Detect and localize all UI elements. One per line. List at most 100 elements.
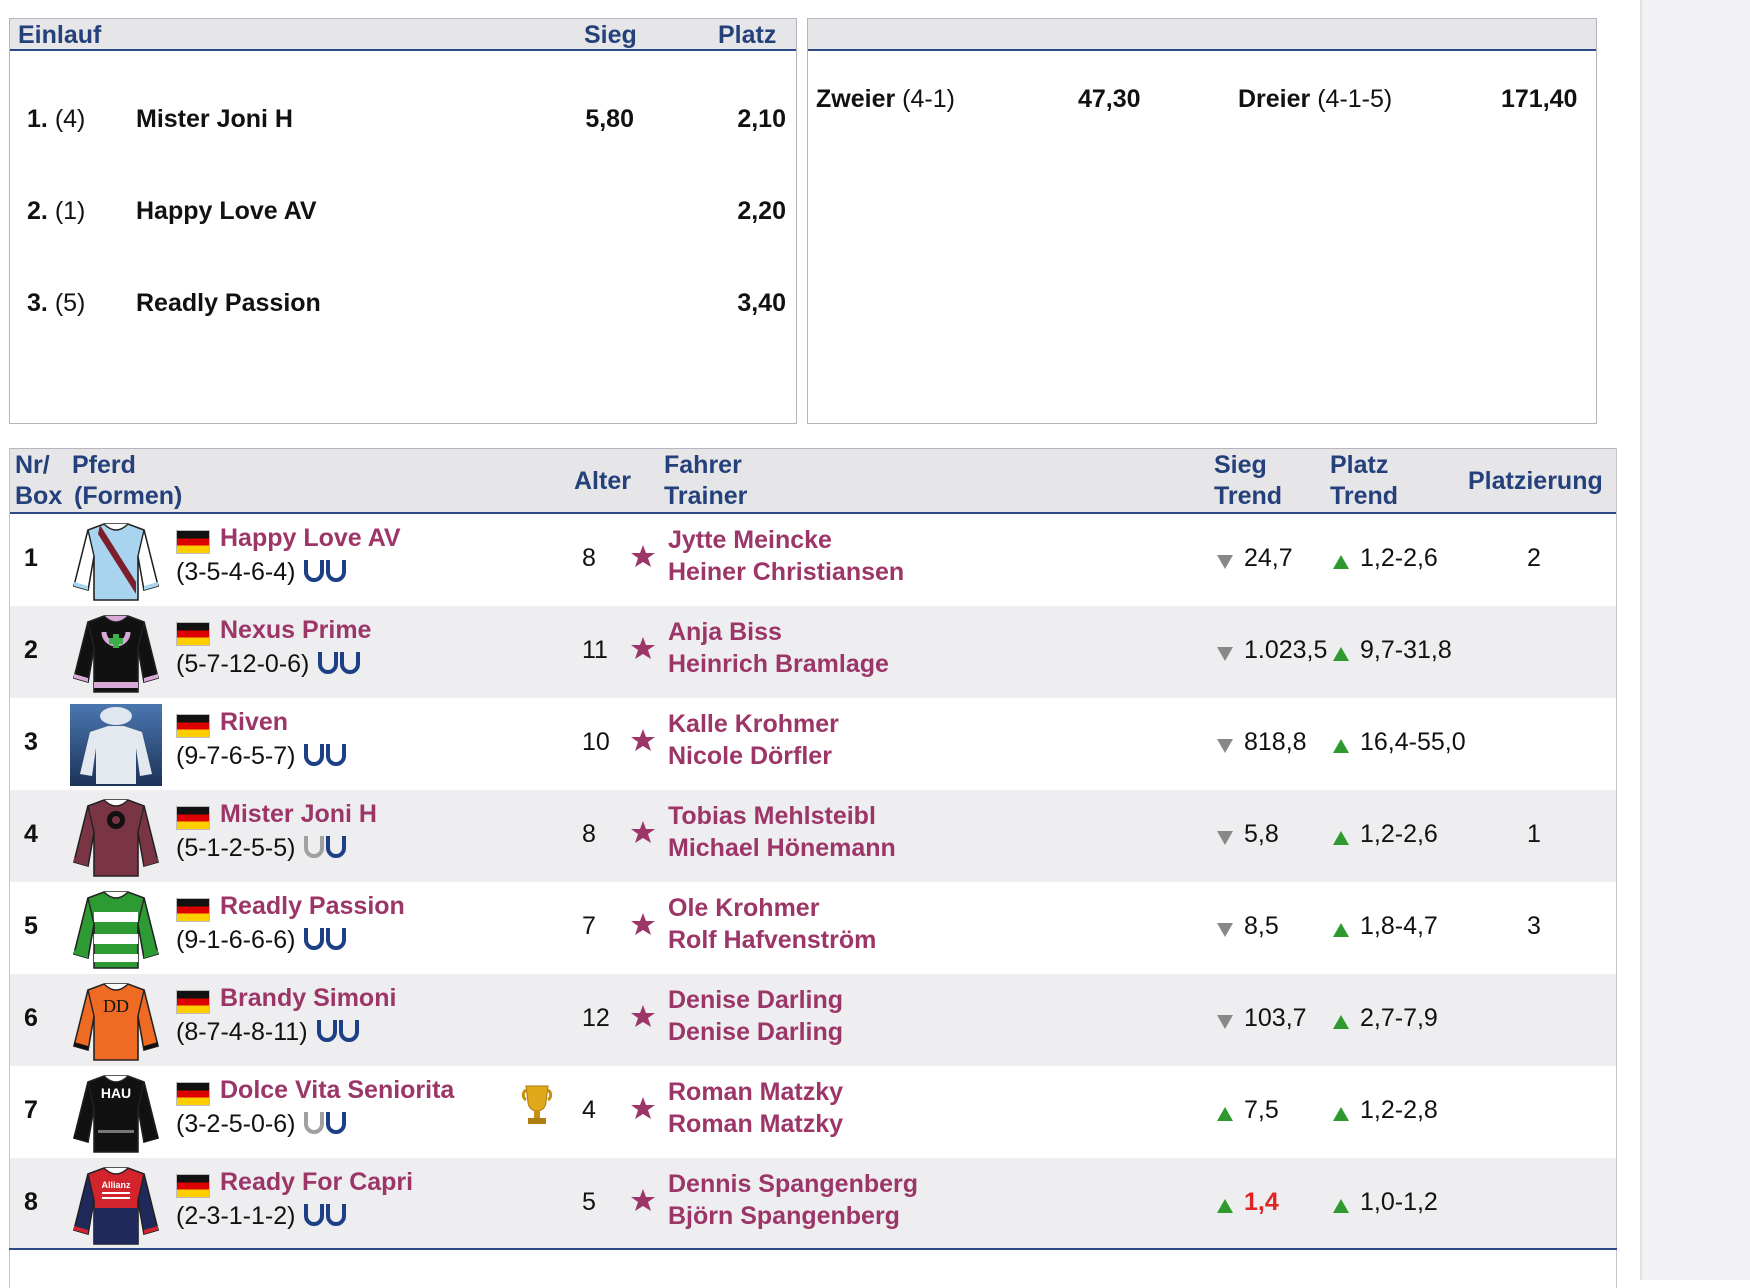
horse-forms: (5-1-2-5-5) bbox=[176, 834, 347, 865]
trainer-link[interactable]: Björn Spangenberg bbox=[668, 1202, 900, 1231]
german-flag-icon bbox=[176, 1082, 210, 1106]
racing-silk-icon bbox=[70, 796, 162, 878]
svg-text:Allianz: Allianz bbox=[101, 1180, 131, 1190]
horse-forms: (3-5-4-6-4) bbox=[176, 558, 347, 589]
result-box-number: (1) bbox=[54, 197, 86, 225]
platz-header: Platz bbox=[718, 21, 777, 49]
horse-name-link[interactable]: Happy Love AV bbox=[220, 524, 401, 553]
driver-link[interactable]: Jytte Meincke bbox=[668, 526, 832, 555]
horse-age: 4 bbox=[582, 1096, 596, 1124]
horse-name-link[interactable]: Brandy Simoni bbox=[220, 984, 396, 1013]
trainer-link[interactable]: Nicole Dörfler bbox=[668, 742, 832, 771]
platz-trend-up-icon bbox=[1332, 646, 1350, 667]
starter-number: 3 bbox=[24, 728, 38, 756]
table-row: 7 HAU Dolce Vita Seniorita (3-2-5-0-6) 4 Ro… bbox=[10, 1066, 1616, 1158]
placing: 2 bbox=[1527, 544, 1541, 572]
dreier-value: 171,40 bbox=[1501, 85, 1578, 113]
horse-name-link[interactable]: Readly Passion bbox=[220, 892, 405, 921]
platz-trend-up-icon bbox=[1332, 554, 1350, 575]
platz-trend-up-icon bbox=[1332, 1014, 1350, 1035]
horseshoe-icon bbox=[303, 742, 347, 773]
star-icon[interactable] bbox=[630, 1004, 656, 1035]
trainer-link[interactable]: Michael Hönemann bbox=[668, 834, 896, 863]
horseshoe-icon bbox=[316, 1018, 360, 1049]
forms-text: (3-2-5-0-6) bbox=[176, 1110, 296, 1138]
driver-link[interactable]: Ole Krohmer bbox=[668, 894, 819, 923]
star-icon[interactable] bbox=[630, 1096, 656, 1127]
result-box-number: (5) bbox=[54, 289, 86, 317]
sieg-trend-up-icon bbox=[1216, 1198, 1234, 1219]
horse-age: 7 bbox=[582, 912, 596, 940]
horse-name-link[interactable]: Ready For Capri bbox=[220, 1168, 413, 1197]
driver-link[interactable]: Anja Biss bbox=[668, 618, 782, 647]
forms-text: (8-7-4-8-11) bbox=[176, 1018, 308, 1046]
driver-link[interactable]: Roman Matzky bbox=[668, 1078, 843, 1107]
platz-odds: 2,7-7,9 bbox=[1360, 1004, 1438, 1032]
horse-name-link[interactable]: Mister Joni H bbox=[220, 800, 377, 829]
starter-number: 7 bbox=[24, 1096, 38, 1124]
sieg-trend-down-icon bbox=[1216, 1014, 1234, 1035]
result-platz: 2,10 bbox=[737, 105, 786, 133]
horse-name-link[interactable]: Riven bbox=[220, 708, 288, 737]
racing-silk-icon bbox=[70, 520, 162, 602]
platz-trend-header: Trend bbox=[1330, 482, 1399, 510]
racing-silk-icon: Allianz bbox=[70, 1164, 162, 1246]
horseshoe-icon bbox=[303, 558, 347, 589]
starter-number: 4 bbox=[24, 820, 38, 848]
starter-number: 5 bbox=[24, 912, 38, 940]
sieg-odds: 8,5 bbox=[1244, 912, 1279, 940]
nr-header: Nr/ bbox=[15, 451, 50, 479]
trainer-link[interactable]: Heinrich Bramlage bbox=[668, 650, 889, 679]
star-icon[interactable] bbox=[630, 636, 656, 667]
sieg-odds: 1,4 bbox=[1244, 1188, 1279, 1216]
bets-panel-header bbox=[808, 19, 1596, 51]
horse-name-link[interactable]: Nexus Prime bbox=[220, 616, 371, 645]
result-panel: Einlauf Sieg Platz 1. (4) Mister Joni H 5,… bbox=[9, 18, 797, 424]
bets-row: Zweier (4-1) 47,30 Dreier (4-1-5) 171,40 bbox=[808, 79, 1596, 119]
scrollbar-track[interactable] bbox=[1640, 0, 1750, 1280]
zweier-value: 47,30 bbox=[1078, 85, 1141, 113]
trainer-link[interactable]: Heiner Christiansen bbox=[668, 558, 904, 587]
silk-text: DD bbox=[103, 996, 129, 1016]
table-header: Nr/ Box Pferd (Formen) Alter Fahrer Trai… bbox=[10, 448, 1616, 514]
horse-age: 12 bbox=[582, 1004, 610, 1032]
horse-age: 10 bbox=[582, 728, 610, 756]
racing-silk-icon bbox=[70, 612, 162, 694]
result-row: 1. (4) Mister Joni H 5,80 2,10 bbox=[10, 99, 796, 139]
horse-age: 8 bbox=[582, 544, 596, 572]
star-icon[interactable] bbox=[630, 912, 656, 943]
platz-trend-up-icon bbox=[1332, 1198, 1350, 1219]
star-icon[interactable] bbox=[630, 544, 656, 575]
driver-link[interactable]: Kalle Krohmer bbox=[668, 710, 839, 739]
horseshoe-icon bbox=[303, 926, 347, 957]
trainer-link[interactable]: Rolf Hafvenström bbox=[668, 926, 876, 955]
result-panel-header: Einlauf Sieg Platz bbox=[10, 19, 796, 51]
result-row: 2. (1) Happy Love AV 2,20 bbox=[10, 191, 796, 231]
result-horse: Mister Joni H bbox=[136, 105, 293, 133]
sieg-header-col: Sieg bbox=[1214, 451, 1267, 479]
horse-name-link[interactable]: Dolce Vita Seniorita bbox=[220, 1076, 454, 1105]
horse-forms: (9-1-6-6-6) bbox=[176, 926, 347, 957]
horse-forms: (5-7-12-0-6) bbox=[176, 650, 361, 681]
star-icon[interactable] bbox=[630, 1188, 656, 1219]
table-bottom-rule bbox=[9, 1248, 1617, 1250]
german-flag-icon bbox=[176, 806, 210, 830]
platz-odds: 16,4-55,0 bbox=[1360, 728, 1466, 756]
platz-header-col: Platz bbox=[1330, 451, 1389, 479]
driver-link[interactable]: Tobias Mehlsteibl bbox=[668, 802, 876, 831]
driver-link[interactable]: Dennis Spangenberg bbox=[668, 1170, 918, 1199]
trainer-link[interactable]: Roman Matzky bbox=[668, 1110, 843, 1139]
sieg-trend-up-icon bbox=[1216, 1106, 1234, 1127]
sieg-odds: 7,5 bbox=[1244, 1096, 1279, 1124]
result-place: 3. bbox=[27, 289, 48, 317]
driver-link[interactable]: Denise Darling bbox=[668, 986, 843, 1015]
star-icon[interactable] bbox=[630, 820, 656, 851]
result-platz: 3,40 bbox=[737, 289, 786, 317]
result-place: 1. bbox=[27, 105, 48, 133]
starter-number: 8 bbox=[24, 1188, 38, 1216]
german-flag-icon bbox=[176, 1174, 210, 1198]
trainer-link[interactable]: Denise Darling bbox=[668, 1018, 843, 1047]
star-icon[interactable] bbox=[630, 728, 656, 759]
platz-odds: 1,2-2,6 bbox=[1360, 544, 1438, 572]
placing: 1 bbox=[1527, 820, 1541, 848]
